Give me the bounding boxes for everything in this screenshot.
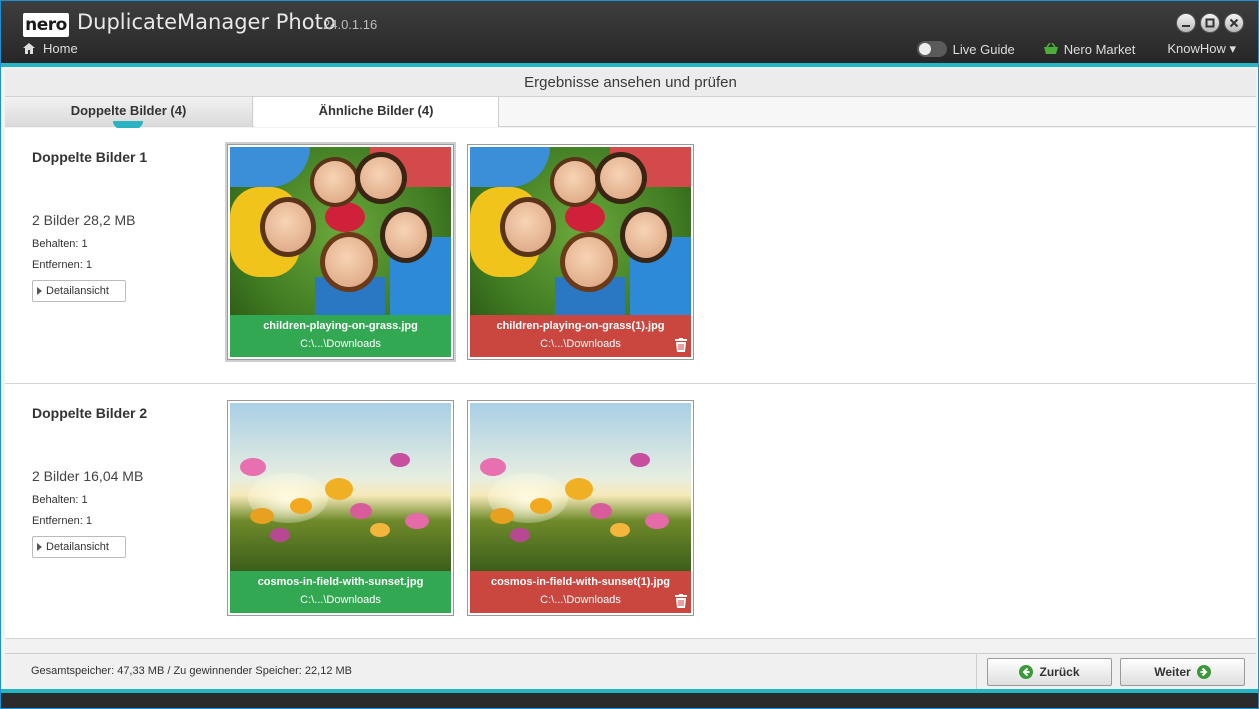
image-caption-keep: children-playing-on-grass.jpg C:\...\Dow… bbox=[230, 315, 451, 357]
triangle-right-icon bbox=[37, 287, 42, 295]
group-remove-count: Entfernen: 1 bbox=[32, 259, 92, 271]
arrow-left-icon bbox=[1019, 665, 1034, 679]
back-button[interactable]: Zurück bbox=[987, 658, 1112, 686]
image-path: C:\...\Downloads bbox=[540, 338, 621, 350]
image-filename: cosmos-in-field-with-sunset(1).jpg bbox=[490, 576, 671, 588]
trash-icon[interactable] bbox=[675, 338, 687, 352]
window-controls bbox=[1176, 13, 1244, 33]
image-caption-keep: cosmos-in-field-with-sunset.jpg C:\...\D… bbox=[230, 571, 451, 613]
top-links: Live Guide Nero Market KnowHow ▾ bbox=[916, 41, 1236, 57]
duplicate-group: Doppelte Bilder 2 2 Bilder 16,04 MB Beha… bbox=[5, 384, 1256, 639]
minimize-icon[interactable] bbox=[1176, 13, 1196, 33]
knowhow-label: KnowHow ▾ bbox=[1167, 41, 1236, 56]
tab-similar-images[interactable]: Ähnliche Bilder (4) bbox=[254, 97, 499, 127]
footer-divider bbox=[976, 654, 977, 690]
next-label: Weiter bbox=[1154, 665, 1191, 679]
image-caption-remove: cosmos-in-field-with-sunset(1).jpg C:\..… bbox=[470, 571, 691, 613]
photo-children bbox=[230, 147, 451, 315]
group-count: 2 Bilder 28,2 MB bbox=[32, 212, 136, 228]
image-thumbnail[interactable]: children-playing-on-grass(1).jpg C:\...\… bbox=[467, 144, 694, 360]
group-title: Doppelte Bilder 1 bbox=[32, 149, 148, 165]
image-thumbnail[interactable]: cosmos-in-field-with-sunset(1).jpg C:\..… bbox=[467, 400, 694, 616]
image-filename: cosmos-in-field-with-sunset.jpg bbox=[257, 576, 424, 588]
next-button[interactable]: Weiter bbox=[1120, 658, 1245, 686]
image-caption-remove: children-playing-on-grass(1).jpg C:\...\… bbox=[470, 315, 691, 357]
title-bar: nero DuplicateManager Photo 24.0.1.16 Ho… bbox=[1, 1, 1258, 65]
close-icon[interactable] bbox=[1224, 13, 1244, 33]
app-title: DuplicateManager Photo bbox=[77, 10, 336, 34]
group-count: 2 Bilder 16,04 MB bbox=[32, 468, 144, 484]
section-header: Ergebnisse ansehen und prüfen bbox=[5, 69, 1256, 97]
tab-bar: Doppelte Bilder (4) Ähnliche Bilder (4) bbox=[5, 97, 1256, 129]
photo-flowers bbox=[470, 403, 691, 571]
trash-icon[interactable] bbox=[675, 594, 687, 608]
home-icon bbox=[23, 43, 35, 54]
back-label: Zurück bbox=[1039, 665, 1080, 679]
nero-market-link[interactable]: Nero Market bbox=[1043, 41, 1136, 57]
footer-bar: Gesamtspeicher: 47,33 MB / Zu gewinnende… bbox=[5, 653, 1256, 690]
detail-view-label: Detailansicht bbox=[46, 541, 109, 553]
live-guide-label: Live Guide bbox=[952, 41, 1015, 57]
bottom-bar bbox=[1, 693, 1258, 708]
live-guide-toggle[interactable]: Live Guide bbox=[916, 41, 1015, 57]
triangle-right-icon bbox=[37, 543, 42, 551]
nero-logo: nero bbox=[23, 13, 69, 37]
app-version: 24.0.1.16 bbox=[323, 17, 378, 32]
group-keep-count: Behalten: 1 bbox=[32, 494, 88, 506]
photo-children bbox=[470, 147, 691, 315]
image-thumbnail[interactable]: children-playing-on-grass.jpg C:\...\Dow… bbox=[227, 144, 454, 360]
maximize-icon[interactable] bbox=[1200, 13, 1220, 33]
home-link[interactable]: Home bbox=[23, 41, 78, 56]
image-thumbnail[interactable]: cosmos-in-field-with-sunset.jpg C:\...\D… bbox=[227, 400, 454, 616]
image-filename: children-playing-on-grass.jpg bbox=[263, 320, 418, 332]
duplicate-group: Doppelte Bilder 1 2 Bilder 28,2 MB Behal… bbox=[5, 128, 1256, 384]
detail-view-button[interactable]: Detailansicht bbox=[32, 280, 126, 302]
home-label: Home bbox=[43, 41, 78, 56]
group-keep-count: Behalten: 1 bbox=[32, 238, 88, 250]
image-path: C:\...\Downloads bbox=[540, 594, 621, 606]
knowhow-menu[interactable]: KnowHow ▾ bbox=[1167, 41, 1236, 57]
nero-market-label: Nero Market bbox=[1063, 41, 1136, 57]
group-title: Doppelte Bilder 2 bbox=[32, 405, 148, 421]
image-path: C:\...\Downloads bbox=[300, 594, 381, 606]
photo-flowers bbox=[230, 403, 451, 571]
image-filename: children-playing-on-grass(1).jpg bbox=[496, 320, 665, 332]
arrow-right-icon bbox=[1196, 665, 1211, 679]
detail-view-button[interactable]: Detailansicht bbox=[32, 536, 126, 558]
group-remove-count: Entfernen: 1 bbox=[32, 515, 92, 527]
toggle-switch-icon[interactable] bbox=[916, 41, 947, 57]
accent-line bbox=[1, 63, 1258, 67]
image-path: C:\...\Downloads bbox=[300, 338, 381, 350]
storage-summary: Gesamtspeicher: 47,33 MB / Zu gewinnende… bbox=[31, 665, 353, 677]
basket-icon bbox=[1043, 43, 1058, 54]
detail-view-label: Detailansicht bbox=[46, 285, 109, 297]
app-window: nero DuplicateManager Photo 24.0.1.16 Ho… bbox=[0, 0, 1259, 709]
